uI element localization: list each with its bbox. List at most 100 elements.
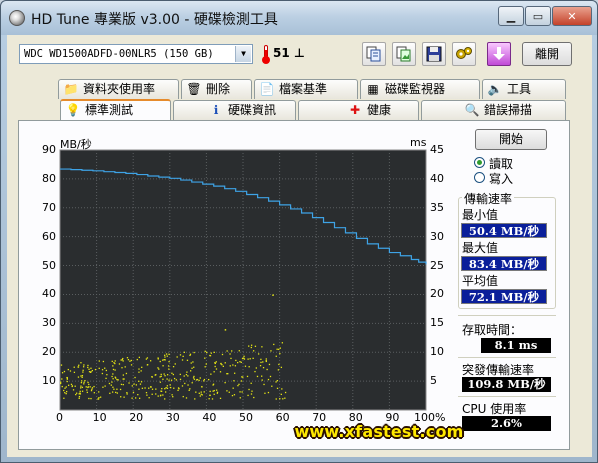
temperature-value: 51 bbox=[273, 46, 290, 60]
maximize-button[interactable]: ▭ bbox=[525, 6, 551, 26]
access-time-point bbox=[255, 367, 257, 369]
copy-text-button[interactable] bbox=[362, 42, 386, 66]
y-right-tick-label: 45 bbox=[430, 143, 444, 156]
access-time-point bbox=[182, 355, 184, 358]
x-tick-label: 10 bbox=[92, 411, 107, 424]
access-time-point bbox=[64, 387, 66, 389]
access-time-point bbox=[175, 379, 177, 381]
hd-tune-app-icon bbox=[9, 10, 25, 26]
access-time-point bbox=[189, 353, 192, 355]
access-time-point bbox=[98, 391, 100, 393]
access-time-point bbox=[127, 358, 130, 361]
tab-error-scan[interactable]: 🔍 錯誤掃描 bbox=[421, 100, 566, 120]
access-time-point bbox=[151, 393, 153, 395]
access-time-value: 8.1 ms bbox=[481, 338, 551, 353]
access-time-point bbox=[240, 361, 242, 363]
tab-disk-info[interactable]: ℹ 硬碟資訊 bbox=[173, 100, 296, 120]
access-time-point bbox=[80, 381, 83, 384]
y-right-tick-label: 25 bbox=[430, 258, 444, 272]
access-time-point bbox=[166, 378, 168, 380]
access-time-point bbox=[252, 350, 255, 352]
access-time-point bbox=[264, 392, 266, 394]
health-cross-icon: ✚ bbox=[349, 103, 361, 117]
access-time-point bbox=[210, 352, 212, 354]
copy-image-button[interactable] bbox=[392, 42, 416, 66]
close-button[interactable]: ✕ bbox=[552, 6, 592, 26]
access-time-point bbox=[263, 383, 265, 386]
access-time-point bbox=[81, 374, 84, 377]
tab-erase[interactable]: 🗑 刪除 bbox=[181, 79, 252, 99]
drive-select[interactable]: WDC WD1500ADFD-00NLR5 (150 GB) ▼ bbox=[19, 44, 253, 64]
access-time-point bbox=[63, 370, 66, 373]
access-time-point bbox=[98, 360, 100, 362]
options-button[interactable] bbox=[452, 42, 476, 66]
access-time-point bbox=[249, 358, 251, 360]
access-time-point bbox=[253, 396, 255, 399]
tab-label: 硬碟資訊 bbox=[228, 103, 277, 117]
transfer-rate-label: 傳輸速率 bbox=[462, 190, 515, 207]
access-time-point bbox=[204, 357, 206, 359]
access-time-point bbox=[111, 391, 114, 393]
access-time-point bbox=[81, 380, 83, 382]
download-button[interactable] bbox=[487, 42, 511, 66]
access-time-point bbox=[210, 373, 212, 375]
access-time-point bbox=[254, 370, 256, 373]
access-time-point bbox=[155, 393, 157, 395]
tab-label: 檔案基準 bbox=[279, 82, 328, 96]
access-time-point bbox=[78, 393, 80, 395]
access-time-point bbox=[109, 392, 111, 394]
access-time-point bbox=[208, 398, 210, 400]
access-time-point bbox=[165, 391, 167, 393]
tab-tools[interactable]: 🔈 工具 bbox=[482, 79, 566, 99]
access-time-point bbox=[119, 388, 122, 391]
save-button[interactable] bbox=[422, 42, 446, 66]
access-time-point bbox=[241, 391, 243, 393]
access-time-point bbox=[168, 368, 170, 370]
access-time-point bbox=[278, 348, 280, 351]
access-time-point bbox=[121, 359, 123, 361]
start-button[interactable]: 開始 bbox=[475, 129, 547, 150]
y-right-tick-label: 10 bbox=[430, 345, 444, 359]
title-bar[interactable]: HD Tune 專業版 v3.00 - 硬碟檢測工具 ▁ ▭ ✕ bbox=[1, 1, 597, 35]
tab-health[interactable]: ✚ 健康 bbox=[298, 100, 419, 120]
tab-folder-usage[interactable]: 📁 資料夾使用率 bbox=[58, 79, 179, 99]
access-time-point bbox=[170, 386, 172, 389]
access-time-point bbox=[116, 388, 118, 390]
tab-file-benchmark[interactable]: 📄 檔案基準 bbox=[254, 79, 358, 99]
access-time-point bbox=[186, 359, 189, 361]
write-radio[interactable] bbox=[474, 172, 485, 183]
access-time-point bbox=[82, 366, 85, 368]
access-time-point bbox=[160, 373, 162, 376]
access-time-point bbox=[146, 394, 148, 396]
access-time-point bbox=[117, 379, 119, 381]
access-time-point bbox=[93, 385, 95, 388]
access-time-point bbox=[88, 368, 90, 370]
access-time-point bbox=[162, 378, 164, 380]
tab-benchmark[interactable]: 💡 標準測試 bbox=[60, 99, 171, 120]
access-time-point bbox=[86, 389, 88, 391]
exit-button[interactable]: 離開 bbox=[522, 42, 572, 66]
access-time-point bbox=[88, 383, 90, 386]
access-time-point bbox=[168, 379, 170, 381]
access-time-point bbox=[111, 360, 113, 363]
access-time-point bbox=[169, 384, 171, 386]
access-time-label: 存取時間： bbox=[462, 323, 523, 337]
access-time-point bbox=[259, 365, 262, 367]
access-time-point bbox=[239, 391, 241, 393]
access-time-point bbox=[212, 383, 215, 385]
y-left-tick-label: 10 bbox=[42, 374, 56, 388]
access-time-point bbox=[195, 391, 197, 393]
cpu-usage-label: CPU 使用率 bbox=[462, 402, 527, 416]
access-time-point bbox=[80, 362, 82, 364]
minimize-button[interactable]: ▁ bbox=[498, 6, 524, 26]
access-time-point bbox=[83, 383, 85, 385]
access-time-point bbox=[265, 358, 267, 360]
access-time-point bbox=[262, 361, 264, 363]
tab-disk-monitor[interactable]: ▦ 磁碟監視器 bbox=[360, 79, 480, 99]
chevron-down-icon[interactable]: ▼ bbox=[235, 46, 251, 62]
read-radio[interactable] bbox=[474, 157, 485, 168]
access-time-point bbox=[73, 371, 76, 373]
file-benchmark-icon: 📄 bbox=[259, 82, 275, 96]
x-tick-label: 90 bbox=[385, 411, 400, 424]
access-time-point bbox=[250, 346, 252, 349]
